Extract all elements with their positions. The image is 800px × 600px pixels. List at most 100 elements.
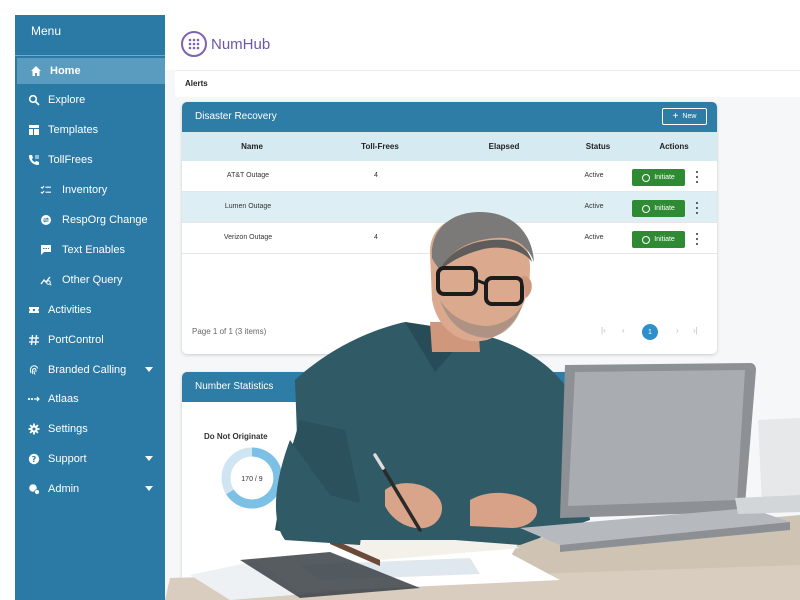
sidebar-item-label: TollFrees: [48, 154, 93, 166]
sidebar-item-settings[interactable]: Settings: [15, 416, 165, 442]
menu-title: Menu: [31, 24, 62, 38]
alerts-label: Alerts: [185, 79, 208, 88]
chevron-down-icon[interactable]: [145, 367, 153, 372]
svg-text:?: ?: [32, 455, 37, 464]
initiate-button[interactable]: Initiate: [632, 231, 685, 248]
initiate-button[interactable]: Initiate: [632, 200, 685, 217]
first-page-icon[interactable]: |‹: [601, 326, 606, 335]
panel-header: Number Statistics: [182, 372, 582, 402]
home-icon: [29, 64, 43, 78]
logo[interactable]: NumHub: [181, 31, 270, 57]
top-bar: NumHub: [165, 15, 800, 70]
sidebar-item-text-enables[interactable]: Text Enables: [15, 237, 165, 263]
last-page-icon[interactable]: ›|: [693, 326, 698, 335]
table-row[interactable]: AT&T Outage 4 Active Initiate: [182, 161, 717, 192]
column-header-elapsed[interactable]: Elapsed: [489, 142, 520, 151]
sidebar-item-atlaas[interactable]: Atlaas: [15, 386, 165, 412]
sidebar-item-branded-calling[interactable]: Branded Calling: [15, 357, 165, 383]
initiate-label: Initiate: [654, 174, 675, 181]
app-window: Menu Home Explore Templates TollFrees In…: [0, 0, 800, 600]
sidebar: Menu Home Explore Templates TollFrees In…: [15, 15, 165, 600]
new-button[interactable]: + New: [662, 108, 707, 125]
column-header-name[interactable]: Name: [241, 142, 263, 151]
ticket-icon: [27, 303, 41, 317]
menu-divider: [15, 55, 165, 56]
table-header: Name Toll-Frees Elapsed Status Actions: [182, 132, 717, 161]
gear-icon: [27, 422, 41, 436]
chevron-down-icon[interactable]: [145, 456, 153, 461]
table-row[interactable]: Verizon Outage 4 Active Initiate: [182, 223, 717, 254]
sidebar-item-label: Explore: [48, 94, 86, 106]
cell-status: Active: [584, 234, 604, 241]
number-statistics-panel: Number Statistics Do Not Originate 170 /…: [182, 372, 582, 600]
sidebar-item-portcontrol[interactable]: PortControl: [15, 327, 165, 353]
sidebar-item-label: RespOrg Change: [62, 214, 148, 226]
sidebar-item-support[interactable]: ? Support: [15, 446, 165, 472]
sidebar-item-label: Admin: [48, 483, 80, 495]
alerts-bar: Alerts: [175, 70, 800, 97]
disaster-recovery-panel: Disaster Recovery + New Name Toll-Frees …: [182, 102, 717, 354]
sidebar-item-label: Activities: [48, 304, 92, 316]
row-menu-icon[interactable]: [695, 233, 699, 245]
sidebar-item-activities[interactable]: Activities: [15, 297, 165, 323]
cell-status: Active: [584, 172, 604, 179]
power-icon: [642, 235, 651, 244]
cell-toll-frees: 4: [374, 172, 378, 179]
sidebar-item-home[interactable]: Home: [17, 58, 165, 84]
initiate-button[interactable]: Initiate: [632, 169, 685, 186]
initiate-label: Initiate: [654, 205, 675, 212]
sidebar-item-label: Support: [48, 453, 87, 465]
row-menu-icon[interactable]: [695, 171, 699, 183]
checklist-icon: [39, 183, 53, 197]
cell-name: AT&T Outage: [226, 172, 270, 179]
query-icon: [39, 273, 53, 287]
chat-icon: [39, 243, 53, 257]
sidebar-item-resporg-change[interactable]: RespOrg Change: [15, 207, 165, 233]
sidebar-item-inventory[interactable]: Inventory: [15, 177, 165, 203]
logo-dots-icon: [181, 31, 207, 57]
cell-toll-frees: 4: [374, 234, 378, 241]
sidebar-item-label: Other Query: [62, 274, 123, 286]
sidebar-item-other-query[interactable]: Other Query: [15, 267, 165, 293]
current-page-button[interactable]: 1: [642, 324, 658, 340]
sidebar-item-label: PortControl: [48, 334, 104, 346]
sidebar-item-label: Settings: [48, 423, 88, 435]
logo-text: NumHub: [211, 35, 271, 53]
row-menu-icon[interactable]: [695, 202, 699, 214]
sidebar-item-tollfrees[interactable]: TollFrees: [15, 147, 165, 173]
prev-page-icon[interactable]: ‹: [622, 326, 625, 335]
swap-icon: [39, 213, 53, 227]
sidebar-item-templates[interactable]: Templates: [15, 117, 165, 143]
table-row[interactable]: Lumen Outage Active Initiate: [182, 192, 717, 223]
search-icon: [27, 93, 41, 107]
new-button-label: New: [682, 113, 697, 120]
cell-name: Verizon Outage: [223, 234, 273, 241]
sidebar-item-label: Text Enables: [62, 244, 125, 256]
plus-icon: +: [672, 110, 679, 122]
column-header-status[interactable]: Status: [586, 142, 610, 151]
phone-icon: [27, 153, 41, 167]
sidebar-item-explore[interactable]: Explore: [15, 87, 165, 113]
cell-name: Lumen Outage: [224, 203, 272, 210]
main-content: NumHub Alerts Disaster Recovery + New Na…: [165, 15, 800, 600]
sidebar-item-admin[interactable]: Admin: [15, 476, 165, 502]
column-header-toll-frees[interactable]: Toll-Frees: [361, 142, 399, 151]
chevron-down-icon[interactable]: [145, 486, 153, 491]
sidebar-item-label: Inventory: [62, 184, 108, 196]
power-icon: [642, 204, 651, 213]
donut-value: 170 / 9: [241, 476, 263, 483]
column-header-actions: Actions: [659, 142, 689, 151]
hash-icon: [27, 333, 41, 347]
power-icon: [642, 173, 651, 182]
sidebar-item-label: Atlaas: [48, 393, 79, 405]
sidebar-item-label: Branded Calling: [48, 364, 127, 376]
panel-title: Number Statistics: [195, 381, 274, 392]
sidebar-item-label: Home: [50, 65, 81, 77]
next-page-icon[interactable]: ›: [676, 326, 679, 335]
table-icon: [27, 123, 41, 137]
do-not-originate-donut: 170 / 9: [221, 447, 283, 509]
panel-header: Disaster Recovery + New: [182, 102, 717, 132]
panel-title: Disaster Recovery: [195, 111, 277, 122]
help-icon: ?: [27, 452, 41, 466]
fingerprint-icon: [27, 363, 41, 377]
